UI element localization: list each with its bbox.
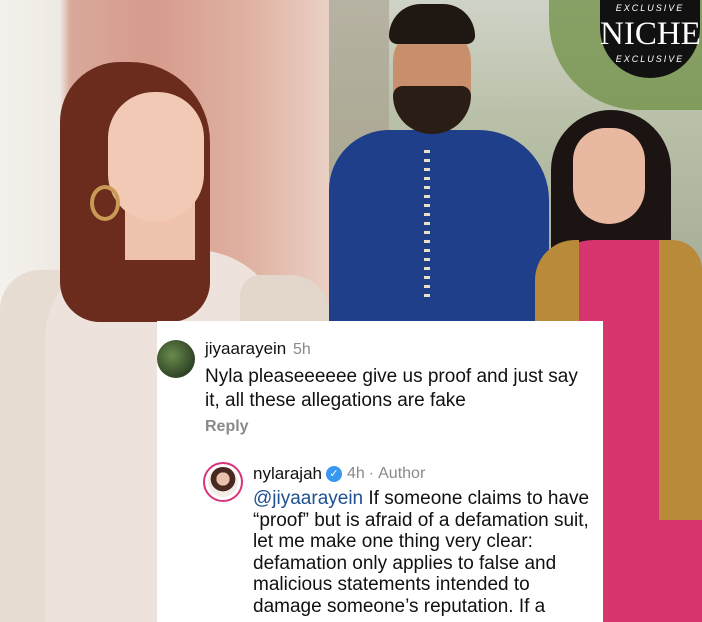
comment-thread-card: jiyaarayein 5h Nyla pleaseeeeee give us … <box>157 321 603 622</box>
logo-bottom-text: EXCLUSIVE <box>615 54 685 64</box>
logo-main-text: NICHE <box>600 16 701 52</box>
comment-timestamp: 5h <box>293 341 311 358</box>
reply-button[interactable]: Reply <box>205 418 249 436</box>
comment-text: @jiyaarayein If someone claims to have “… <box>253 488 597 617</box>
logo-top-text: EXCLUSIVE <box>615 3 685 13</box>
man-beard <box>393 86 471 134</box>
author-label: Author <box>378 465 426 482</box>
comment-timestamp: 4h <box>347 465 365 482</box>
woman-jacket-right <box>659 240 702 520</box>
comment-header: jiyaarayein 5h <box>205 339 311 359</box>
separator: · <box>368 465 375 482</box>
woman-face <box>573 128 645 224</box>
avatar[interactable] <box>157 340 195 378</box>
comment-username[interactable]: jiyaarayein <box>205 339 286 358</box>
mention-link[interactable]: @jiyaarayein <box>253 488 363 509</box>
comment-username[interactable]: nylarajah <box>253 464 322 484</box>
man-hair <box>389 4 475 44</box>
avatar[interactable] <box>203 462 243 502</box>
kurta-buttons <box>424 150 430 300</box>
earring <box>90 185 120 221</box>
comment-text: Nyla pleaseeeeee give us proof and just … <box>205 366 578 411</box>
verified-badge-icon: ✓ <box>326 466 342 482</box>
man-kurta <box>329 130 549 330</box>
comment-header: nylarajah ✓ 4h · Author <box>253 464 425 484</box>
face <box>108 92 204 222</box>
